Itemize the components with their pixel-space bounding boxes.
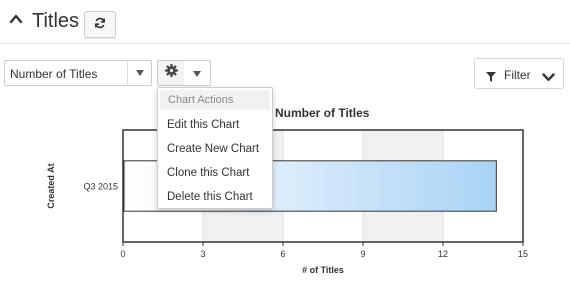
- x-tick-label: 12: [438, 249, 448, 259]
- bar-chart: Q3 2015 0 3 6 9 12 15: [83, 129, 528, 259]
- x-tick-label: 6: [280, 249, 285, 259]
- y-axis-title: Created At: [46, 163, 56, 209]
- y-tick-label: Q3 2015: [83, 182, 118, 192]
- x-tick-label: 0: [120, 249, 125, 259]
- chart-title: Number of Titles: [275, 106, 370, 120]
- x-tick-label: 15: [518, 249, 528, 259]
- menu-header: Chart Actions: [160, 90, 270, 110]
- menu-item-clone-chart[interactable]: Clone this Chart: [167, 167, 249, 179]
- x-tick-label: 9: [360, 249, 365, 259]
- x-axis-title: # of Titles: [302, 265, 344, 275]
- menu-item-edit-chart[interactable]: Edit this Chart: [167, 119, 239, 131]
- x-tick-label: 3: [200, 249, 205, 259]
- menu-item-create-chart[interactable]: Create New Chart: [167, 143, 259, 155]
- chart-actions-menu: Chart Actions Edit this Chart Create New…: [157, 87, 273, 209]
- menu-item-delete-chart[interactable]: Delete this Chart: [167, 191, 253, 203]
